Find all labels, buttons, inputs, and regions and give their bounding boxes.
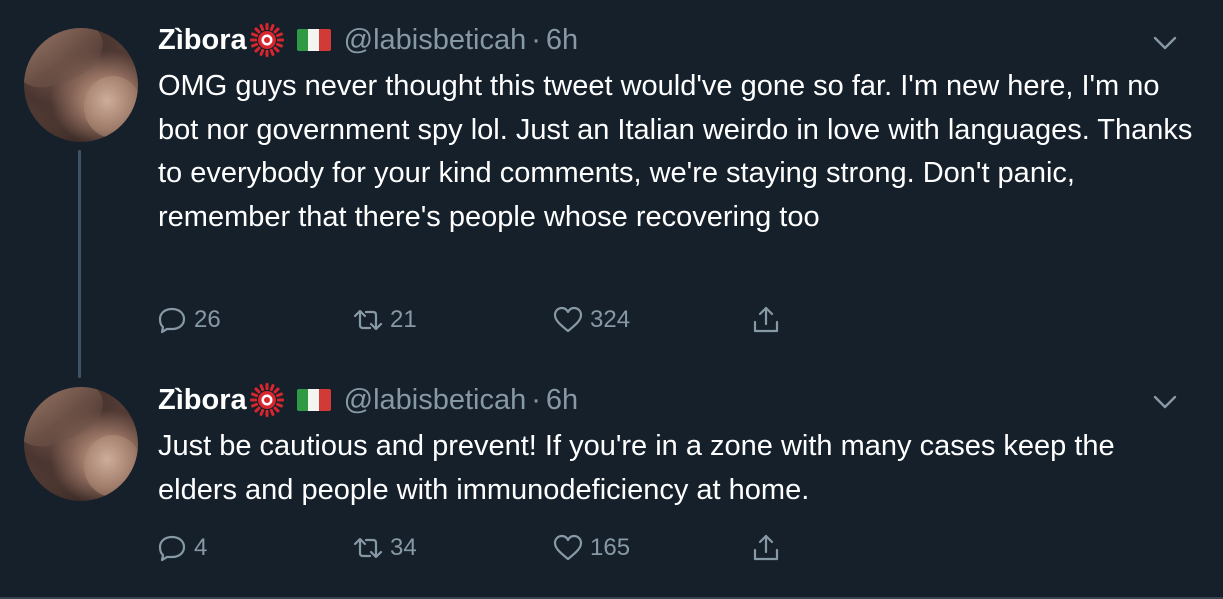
timestamp[interactable]: 6h <box>546 384 578 417</box>
share-button[interactable] <box>750 528 782 568</box>
retweet-count: 34 <box>390 534 417 561</box>
sun-badge-icon <box>249 383 284 417</box>
share-icon <box>753 534 779 561</box>
share-button[interactable] <box>750 300 782 340</box>
reply-button[interactable]: 26 <box>156 300 221 340</box>
tweet-header: Zìbora @labisbeticah · 6h <box>158 22 578 58</box>
tweet-text: OMG guys never thought this tweet would'… <box>158 70 1193 233</box>
tweet-actions: 26 21 324 <box>156 300 856 340</box>
retweet-icon <box>353 537 383 559</box>
avatar[interactable] <box>24 387 138 501</box>
retweet-button[interactable]: 34 <box>352 528 417 568</box>
user-handle[interactable]: @labisbeticah <box>344 24 527 57</box>
retweet-count: 21 <box>390 306 417 333</box>
display-name[interactable]: Zìbora <box>158 24 247 57</box>
like-count: 324 <box>590 306 631 333</box>
reply-icon <box>158 535 186 562</box>
tweet-actions: 4 34 165 <box>156 528 856 568</box>
tweet-header: Zìbora @labisbeticah · 6h <box>158 382 578 418</box>
retweet-button[interactable]: 21 <box>352 300 417 340</box>
avatar[interactable] <box>24 28 138 142</box>
like-button[interactable]: 324 <box>552 300 630 340</box>
reply-icon <box>158 307 186 334</box>
reply-button[interactable]: 4 <box>156 528 207 568</box>
tweet-2[interactable]: Zìbora @labisbeticah · 6h Just be cautio… <box>0 371 1223 597</box>
chevron-down-icon[interactable] <box>1151 388 1179 416</box>
separator-dot: · <box>531 23 541 56</box>
separator-dot: · <box>531 383 541 416</box>
reply-count: 4 <box>194 534 208 561</box>
retweet-icon <box>353 309 383 331</box>
italy-flag-icon <box>296 29 331 51</box>
avatar-face-shape <box>84 435 138 497</box>
tweet-text: Just be cautious and prevent! If you're … <box>158 430 1115 506</box>
chevron-down-icon[interactable] <box>1151 29 1179 57</box>
like-count: 165 <box>590 534 631 561</box>
timestamp[interactable]: 6h <box>546 24 578 57</box>
thread-connector-line <box>78 150 81 378</box>
display-name[interactable]: Zìbora <box>158 384 247 417</box>
reply-count: 26 <box>194 306 221 333</box>
heart-icon <box>553 306 583 333</box>
share-icon <box>753 306 779 333</box>
avatar-face-shape <box>84 76 138 138</box>
tweet-1[interactable]: Zìbora @labisbeticah · 6h OMG guys never… <box>0 0 1223 378</box>
like-button[interactable]: 165 <box>552 528 630 568</box>
italy-flag-icon <box>296 389 331 411</box>
sun-badge-icon <box>249 23 284 57</box>
heart-icon <box>553 534 583 561</box>
user-handle[interactable]: @labisbeticah <box>344 384 527 417</box>
